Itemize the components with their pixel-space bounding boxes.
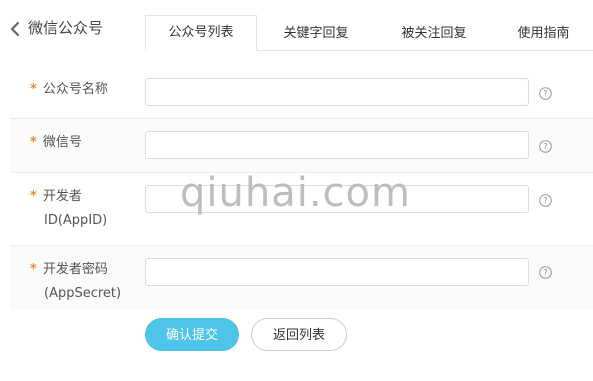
required-mark: * (30, 189, 37, 204)
help-icon[interactable]: ? (539, 140, 552, 153)
page-header: 微信公众号 公众号列表 关键字回复 被关注回复 使用指南 (0, 0, 593, 51)
help-icon[interactable]: ? (539, 266, 552, 279)
required-mark: * (30, 135, 37, 150)
field-label-wechat-id: * 微信号 (30, 135, 82, 150)
help-icon[interactable]: ? (539, 194, 552, 207)
tab-follow-reply[interactable]: 被关注回复 (384, 16, 484, 51)
field-label-app-id-sub: ID(AppID) (44, 213, 108, 228)
svg-text:?: ? (543, 197, 548, 207)
required-mark: * (30, 262, 37, 277)
wechat-id-input[interactable] (145, 131, 529, 159)
required-mark: * (30, 82, 37, 97)
app-secret-input[interactable] (145, 258, 529, 286)
tab-guide[interactable]: 使用指南 (500, 16, 587, 51)
tab-keyword-reply[interactable]: 关键字回复 (266, 16, 366, 51)
field-label-app-id: * 开发者 (30, 189, 82, 204)
svg-text:?: ? (543, 143, 548, 153)
svg-text:?: ? (543, 90, 548, 100)
field-label-app-secret: * 开发者密码 (30, 262, 108, 277)
page-title: 微信公众号 (28, 19, 104, 37)
help-icon[interactable]: ? (539, 87, 552, 100)
submit-button[interactable]: 确认提交 (145, 318, 239, 351)
back-to-list-button[interactable]: 返回列表 (251, 318, 347, 351)
svg-text:?: ? (543, 269, 548, 279)
field-label-account-name: * 公众号名称 (30, 82, 108, 97)
field-label-app-secret-sub: (AppSecret) (44, 286, 122, 301)
app-id-input[interactable] (145, 185, 529, 213)
tab-account-list[interactable]: 公众号列表 (145, 15, 257, 51)
back-chevron-icon[interactable] (9, 21, 23, 37)
account-name-input[interactable] (145, 78, 529, 106)
